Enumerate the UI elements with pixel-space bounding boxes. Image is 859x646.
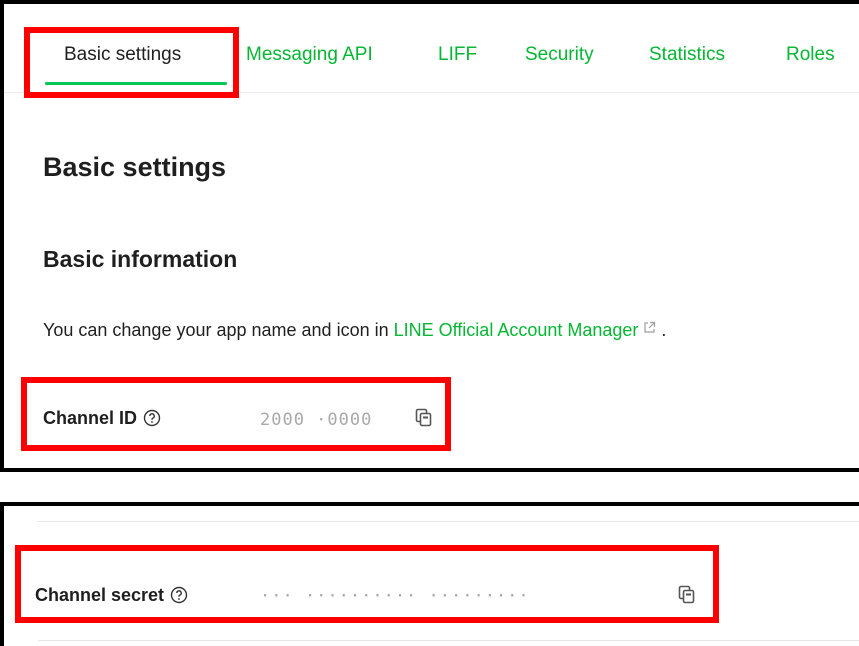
tab-liff[interactable]: LIFF	[438, 44, 477, 66]
tab-roles[interactable]: Roles	[786, 44, 835, 66]
tab-messaging-api[interactable]: Messaging API	[246, 44, 373, 66]
divider-bottom	[38, 640, 859, 641]
highlight-box-tab	[24, 27, 239, 98]
tab-security[interactable]: Security	[525, 44, 594, 66]
highlight-box-channel-id	[21, 377, 451, 451]
tab-statistics[interactable]: Statistics	[649, 44, 725, 66]
section-title: Basic information	[43, 246, 238, 272]
description-text: You can change your app name and icon in	[43, 320, 394, 340]
page-title: Basic settings	[43, 152, 227, 182]
external-link-icon	[643, 318, 656, 339]
divider-top	[38, 521, 859, 522]
line-official-account-manager-link[interactable]: LINE Official Account Manager	[394, 320, 639, 340]
description-suffix: .	[656, 320, 667, 340]
description: You can change your app name and icon in…	[43, 318, 666, 341]
highlight-box-channel-secret	[15, 545, 719, 623]
